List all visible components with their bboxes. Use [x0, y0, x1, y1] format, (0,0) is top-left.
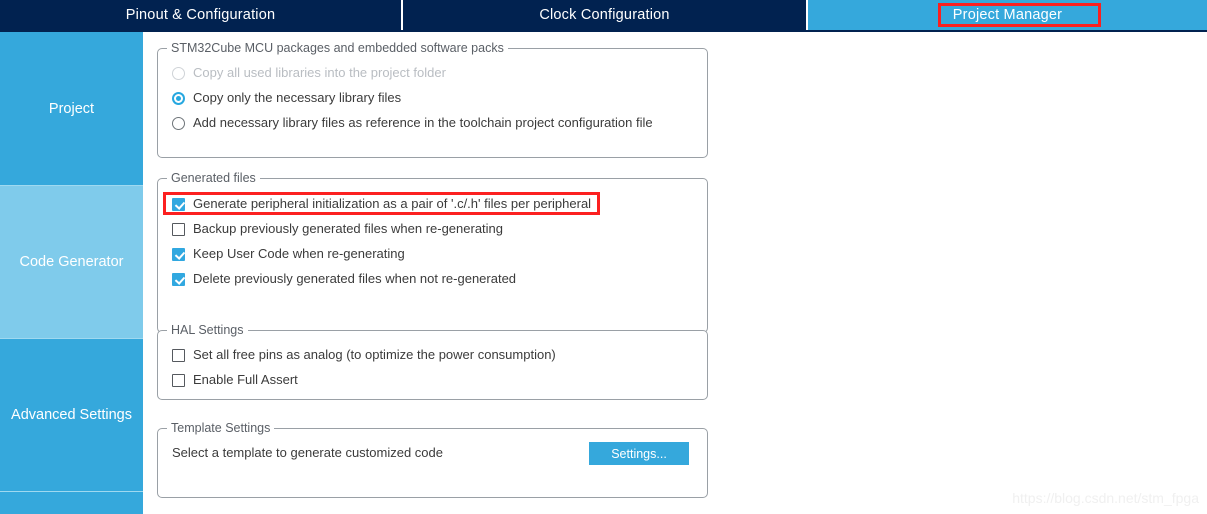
template-description: Select a template to generate customized…	[172, 443, 443, 463]
tab-clock-label: Clock Configuration	[539, 7, 670, 23]
groupbox-mcu-packages-title: STM32Cube MCU packages and embedded soft…	[167, 41, 508, 55]
checkbox-unchecked-icon	[172, 373, 185, 387]
checkbox-enable-full-assert-label: Enable Full Assert	[193, 372, 298, 387]
radio-copy-necessary-libraries-label: Copy only the necessary library files	[193, 90, 402, 105]
groupbox-hal-settings: HAL Settings Set all free pins as analog…	[157, 323, 708, 400]
checkbox-free-pins-as-analog-label: Set all free pins as analog (to optimize…	[193, 347, 556, 362]
tab-pinout-configuration[interactable]: Pinout & Configuration	[0, 0, 401, 30]
groupbox-generated-files-title: Generated files	[167, 171, 260, 185]
radio-add-library-reference[interactable]: Add necessary library files as reference…	[172, 113, 653, 133]
radio-unchecked-icon	[172, 116, 185, 130]
checkbox-backup-previous-files[interactable]: Backup previously generated files when r…	[172, 219, 503, 239]
checkbox-unchecked-icon	[172, 222, 185, 236]
checkbox-generate-peripheral-init-label: Generate peripheral initialization as a …	[193, 196, 592, 211]
checkbox-generate-peripheral-init[interactable]: Generate peripheral initialization as a …	[172, 194, 591, 214]
radio-copy-all-libraries[interactable]: Copy all used libraries into the project…	[172, 63, 446, 83]
sidebar-item-advanced-settings-label: Advanced Settings	[11, 407, 132, 423]
groupbox-mcu-packages: STM32Cube MCU packages and embedded soft…	[157, 41, 708, 158]
checkbox-backup-previous-files-label: Backup previously generated files when r…	[193, 221, 504, 236]
sidebar-item-advanced-settings[interactable]: Advanced Settings	[0, 339, 143, 491]
sidebar-item-project[interactable]: Project	[0, 32, 143, 185]
sidebar-item-code-generator[interactable]: Code Generator	[0, 186, 143, 338]
tab-project-manager[interactable]: Project Manager	[808, 0, 1207, 30]
checkbox-unchecked-icon	[172, 348, 185, 362]
groupbox-generated-files: Generated files Generate peripheral init…	[157, 171, 708, 333]
radio-add-library-reference-label: Add necessary library files as reference…	[193, 115, 653, 130]
template-description-label: Select a template to generate customized…	[172, 445, 443, 460]
radio-copy-necessary-libraries[interactable]: Copy only the necessary library files	[172, 88, 401, 108]
checkbox-delete-previous-files[interactable]: Delete previously generated files when n…	[172, 269, 516, 289]
tab-clock-configuration[interactable]: Clock Configuration	[403, 0, 806, 30]
sidebar: Project Code Generator Advanced Settings	[0, 32, 143, 514]
checkbox-delete-previous-files-label: Delete previously generated files when n…	[193, 271, 517, 286]
watermark-text: https://blog.csdn.net/stm_fpga	[1012, 490, 1199, 506]
main-tab-bar: Pinout & Configuration Clock Configurati…	[0, 0, 1207, 30]
checkbox-free-pins-as-analog[interactable]: Set all free pins as analog (to optimize…	[172, 345, 556, 365]
radio-copy-all-libraries-label: Copy all used libraries into the project…	[193, 65, 446, 80]
checkbox-keep-user-code-label: Keep User Code when re-generating	[193, 246, 405, 261]
checkbox-checked-icon	[172, 272, 185, 286]
checkbox-keep-user-code[interactable]: Keep User Code when re-generating	[172, 244, 405, 264]
tab-project-manager-label: Project Manager	[952, 7, 1063, 23]
checkbox-checked-icon	[172, 197, 185, 211]
sidebar-item-project-label: Project	[48, 100, 95, 117]
sidebar-item-code-generator-label: Code Generator	[19, 254, 124, 270]
template-settings-button[interactable]: Settings...	[589, 442, 689, 465]
checkbox-enable-full-assert[interactable]: Enable Full Assert	[172, 370, 298, 390]
groupbox-template-settings-title: Template Settings	[167, 421, 275, 435]
radio-checked-icon	[172, 91, 185, 105]
groupbox-hal-settings-title: HAL Settings	[167, 323, 248, 337]
radio-unchecked-icon	[172, 66, 185, 80]
sidebar-item-extra[interactable]	[0, 492, 143, 514]
checkbox-checked-icon	[172, 247, 185, 261]
tab-pinout-label: Pinout & Configuration	[125, 7, 276, 23]
